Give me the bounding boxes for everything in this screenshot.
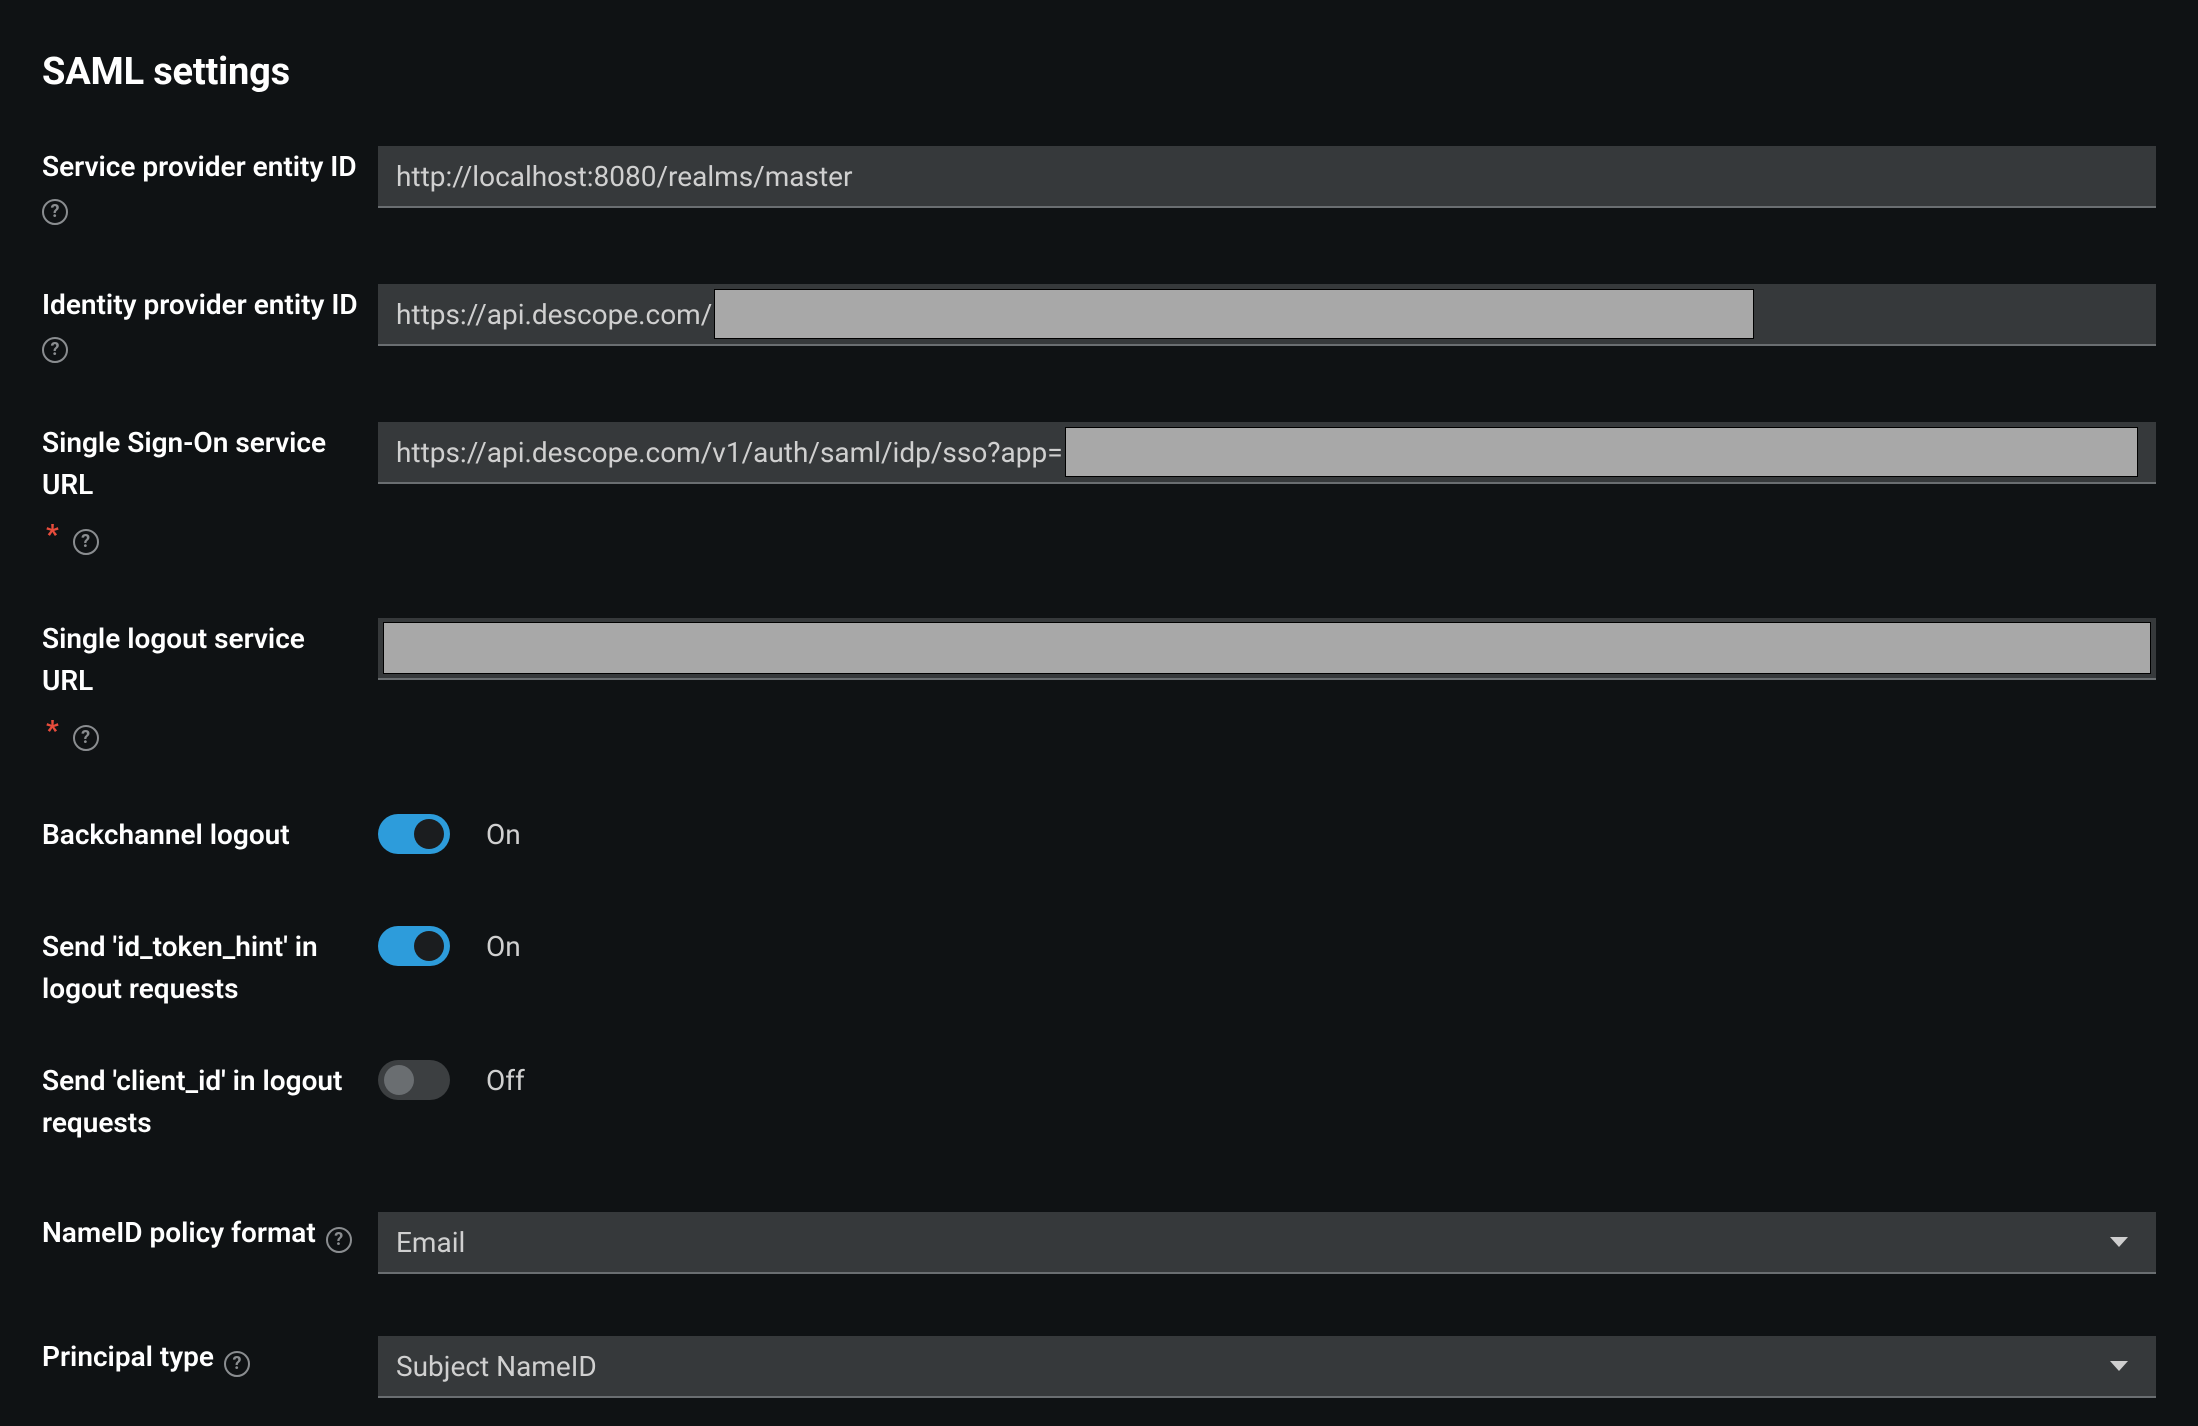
input-prefix: https://api.descope.com/v1/auth/saml/idp… — [396, 436, 1063, 469]
principal-type-select[interactable]: Subject NameID — [378, 1336, 2156, 1398]
label-text: Single Sign-On service URL — [42, 422, 358, 506]
label-nameid-policy: NameID policy format ? — [42, 1212, 378, 1254]
label-text: Identity provider entity ID — [42, 284, 358, 326]
toggle-state-label: On — [486, 930, 521, 963]
label-text: Send 'client_id' in logout requests — [42, 1060, 358, 1144]
help-icon[interactable]: ? — [42, 337, 68, 363]
label-send-client-id: Send 'client_id' in logout requests — [42, 1060, 378, 1144]
redacted-value — [714, 289, 1754, 339]
backchannel-logout-toggle[interactable] — [378, 814, 450, 854]
slo-url-input[interactable] — [378, 618, 2156, 680]
send-client-id-toggle[interactable] — [378, 1060, 450, 1100]
label-text: NameID policy format — [42, 1212, 316, 1254]
label-slo-url: Single logout service URL * ? — [42, 618, 378, 752]
redacted-value — [383, 622, 2151, 674]
send-id-token-hint-toggle[interactable] — [378, 926, 450, 966]
input-prefix: https://api.descope.com/ — [396, 298, 712, 331]
select-value: Email — [396, 1226, 465, 1259]
toggle-state-label: Off — [486, 1064, 525, 1097]
input-value: http://localhost:8080/realms/master — [396, 160, 852, 193]
chevron-down-icon — [2110, 1237, 2128, 1247]
chevron-down-icon — [2110, 1361, 2128, 1371]
label-text: Backchannel logout — [42, 814, 290, 856]
label-text: Principal type — [42, 1336, 214, 1378]
toggle-state-label: On — [486, 818, 521, 851]
label-text: Single logout service URL — [42, 618, 358, 702]
select-value: Subject NameID — [396, 1350, 597, 1383]
label-text: Send 'id_token_hint' in logout requests — [42, 926, 358, 1010]
required-asterisk: * — [46, 714, 59, 747]
help-icon[interactable]: ? — [73, 529, 99, 555]
help-icon[interactable]: ? — [42, 199, 68, 225]
label-idp-entity-id: Identity provider entity ID ? — [42, 284, 378, 360]
idp-entity-id-input[interactable]: https://api.descope.com/ — [378, 284, 2156, 346]
nameid-policy-select[interactable]: Email — [378, 1212, 2156, 1274]
required-asterisk: * — [46, 518, 59, 551]
label-principal-type: Principal type ? — [42, 1336, 378, 1378]
label-sp-entity-id: Service provider entity ID ? — [42, 146, 378, 222]
label-backchannel-logout: Backchannel logout — [42, 814, 378, 856]
help-icon[interactable]: ? — [326, 1227, 352, 1253]
redacted-value — [1065, 427, 2138, 477]
section-title: SAML settings — [42, 50, 2156, 94]
help-icon[interactable]: ? — [73, 725, 99, 751]
label-sso-url: Single Sign-On service URL * ? — [42, 422, 378, 556]
sp-entity-id-input[interactable]: http://localhost:8080/realms/master — [378, 146, 2156, 208]
help-icon[interactable]: ? — [224, 1351, 250, 1377]
label-text: Service provider entity ID — [42, 146, 357, 188]
label-send-id-token-hint: Send 'id_token_hint' in logout requests — [42, 926, 378, 1010]
sso-url-input[interactable]: https://api.descope.com/v1/auth/saml/idp… — [378, 422, 2156, 484]
